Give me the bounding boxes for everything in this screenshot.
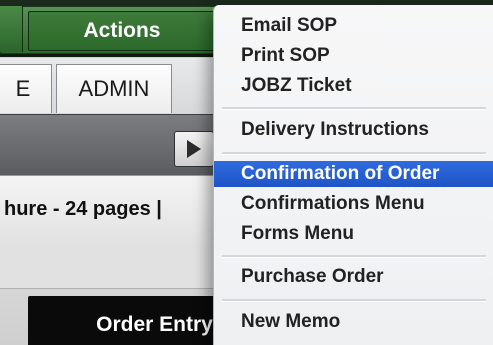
menu-item-email-sop[interactable]: Email SOP (214, 13, 493, 39)
menu-item-label: New Memo (241, 311, 341, 332)
menu-item-label: Confirmations Menu (241, 193, 425, 214)
menu-item-label: Email SOP (241, 15, 338, 36)
menu-item-label: JOBZ Ticket (241, 75, 352, 96)
menu-item-label: Forms Menu (241, 223, 354, 244)
menu-item-delivery-instructions[interactable]: Delivery Instructions (214, 117, 493, 143)
menu-separator (222, 107, 486, 110)
actions-button-label: Actions (83, 19, 161, 42)
tab-e[interactable]: E (0, 64, 52, 113)
tab-label: E (15, 76, 31, 101)
menu-item-label: Purchase Order (241, 266, 384, 287)
menu-item-jobz-ticket[interactable]: JOBZ Ticket (214, 73, 493, 99)
play-button[interactable] (174, 131, 214, 167)
menu-separator (222, 152, 486, 155)
menu-item-purchase-order[interactable]: Purchase Order (214, 264, 493, 290)
menu-item-label: Print SOP (241, 45, 330, 66)
app-window: Actions E ADMIN hure - 24 pages | Order … (0, 0, 493, 345)
actions-dropdown-menu: Email SOP Print SOP JOBZ Ticket Delivery… (213, 5, 493, 345)
menu-item-print-sop[interactable]: Print SOP (214, 43, 493, 69)
menu-item-confirmations-menu[interactable]: Confirmations Menu (214, 191, 493, 217)
menu-item-forms-menu[interactable]: Forms Menu (214, 221, 493, 247)
menu-item-new-memo[interactable]: New Memo (214, 309, 493, 335)
menu-item-confirmation-of-order[interactable]: Confirmation of Order (214, 161, 493, 187)
actions-button[interactable]: Actions (28, 11, 216, 51)
menu-separator (222, 255, 486, 258)
tab-admin[interactable]: ADMIN (56, 64, 172, 113)
menu-item-label: Delivery Instructions (241, 119, 429, 140)
tab-label: ADMIN (78, 76, 150, 101)
play-icon (187, 140, 201, 158)
order-entry-label: Order Entry: (96, 313, 220, 336)
left-green-tab[interactable] (0, 6, 23, 52)
brochure-text: hure - 24 pages | (4, 198, 162, 220)
menu-separator (222, 299, 486, 302)
menu-item-label: Confirmation of Order (241, 163, 440, 184)
